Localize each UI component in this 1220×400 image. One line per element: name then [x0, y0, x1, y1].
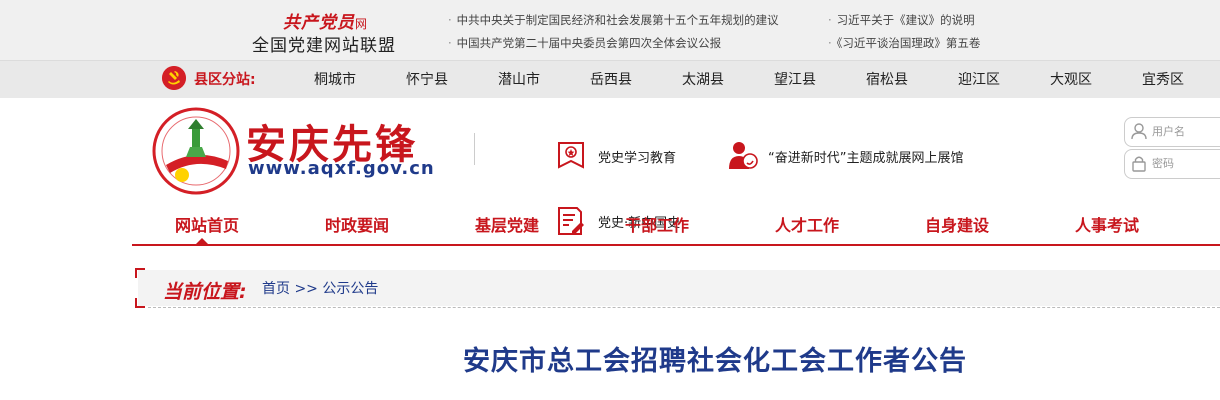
- breadcrumb-home[interactable]: 首页: [262, 281, 290, 297]
- nav-grassroots[interactable]: 基层党建: [475, 212, 539, 236]
- alliance-title[interactable]: 全国党建网站联盟: [252, 31, 396, 56]
- nav-cadre[interactable]: 干部工作: [625, 212, 689, 236]
- username-field[interactable]: 用户名: [1124, 117, 1220, 147]
- nav-underline: [132, 244, 1220, 246]
- breadcrumb: 首页 >> 公示公告: [262, 278, 378, 298]
- county-link-qianshan[interactable]: 潜山市: [498, 69, 540, 89]
- nav-current-affairs[interactable]: 时政要闻: [325, 212, 389, 236]
- site-url[interactable]: www.aqxf.gov.cn: [248, 158, 435, 179]
- county-link-yingjiang[interactable]: 迎江区: [958, 69, 1000, 89]
- breadcrumb-current[interactable]: 公示公告: [322, 281, 378, 297]
- exhibition-person-icon[interactable]: [727, 139, 759, 171]
- location-divider: [148, 307, 1220, 308]
- county-link-huaining[interactable]: 怀宁县: [406, 69, 448, 89]
- bullet-icon: ·: [448, 36, 452, 50]
- username-placeholder: 用户名: [1152, 125, 1185, 138]
- article-title: 安庆市总工会招聘社会化工会工作者公告: [463, 346, 967, 377]
- nav-self-building[interactable]: 自身建设: [925, 212, 989, 236]
- county-label: 县区分站:: [194, 72, 256, 88]
- county-link-yixiu[interactable]: 宜秀区: [1142, 69, 1184, 89]
- bullet-icon: ·: [448, 13, 452, 27]
- bullet-icon: ·: [828, 36, 832, 50]
- corner-bracket: [135, 298, 145, 308]
- alliance-logo[interactable]: 共产党员网: [283, 8, 368, 33]
- corner-bracket: [135, 268, 145, 278]
- site-logo-icon[interactable]: [152, 107, 240, 195]
- nav-home[interactable]: 网站首页: [175, 212, 239, 236]
- location-label: 当前位置:: [163, 281, 247, 303]
- news-link[interactable]: · 《习近平谈治国理政》第五卷: [828, 35, 980, 51]
- password-placeholder: 密码: [1152, 157, 1174, 170]
- header-divider: [474, 133, 475, 165]
- alliance-bar: [0, 0, 1220, 60]
- bullet-icon: ·: [828, 13, 832, 27]
- county-link-daguan[interactable]: 大观区: [1050, 69, 1092, 89]
- party-history-icon[interactable]: [555, 139, 587, 171]
- news-link[interactable]: · 中共中央关于制定国民经济和社会发展第十五个五年规划的建议: [448, 12, 779, 28]
- nav-exams[interactable]: 人事考试: [1075, 212, 1139, 236]
- lock-icon: [1132, 156, 1146, 172]
- county-link-susong[interactable]: 宿松县: [866, 69, 908, 89]
- document-edit-icon[interactable]: [555, 205, 587, 237]
- quick-link-exhibition[interactable]: “奋进新时代”主题成就展网上展馆: [768, 147, 963, 166]
- county-link-taihu[interactable]: 太湖县: [682, 69, 724, 89]
- breadcrumb-separator: >>: [294, 281, 318, 297]
- quick-link-party-history[interactable]: 党史学习教育: [598, 147, 676, 166]
- party-emblem-icon: [162, 66, 186, 90]
- user-icon: [1131, 123, 1147, 140]
- news-link[interactable]: · 习近平关于《建议》的说明: [828, 12, 975, 28]
- password-field[interactable]: 密码: [1124, 149, 1220, 179]
- nav-talent[interactable]: 人才工作: [775, 212, 839, 236]
- county-link-wangjiang[interactable]: 望江县: [774, 69, 816, 89]
- news-link[interactable]: · 中国共产党第二十届中央委员会第四次全体会议公报: [448, 35, 721, 51]
- county-link-tongcheng[interactable]: 桐城市: [314, 69, 356, 89]
- county-link-yuexi[interactable]: 岳西县: [590, 69, 632, 89]
